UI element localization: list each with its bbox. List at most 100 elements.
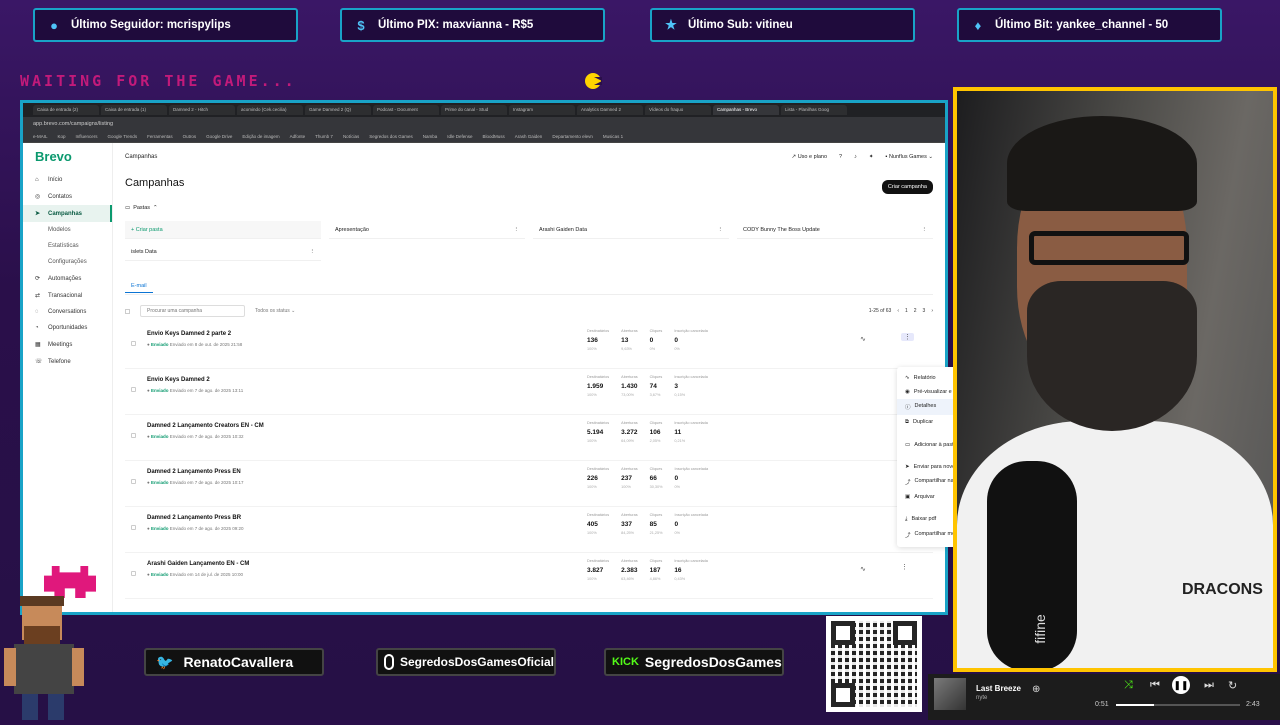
bookmark-item[interactable]: Ferramentas — [147, 134, 173, 139]
sidebar-item-automaes[interactable]: ⟳ Automações — [23, 270, 112, 287]
bookmark-item[interactable]: Notícias — [343, 134, 359, 139]
select-all-checkbox[interactable] — [125, 308, 130, 314]
row-more-icon[interactable]: ⋮ — [901, 333, 914, 341]
page-3[interactable]: 3 — [923, 308, 926, 314]
bookmark-item[interactable]: Arash Gaiden — [515, 134, 543, 139]
campaign-name[interactable]: Envio Keys Damned 2 — [147, 377, 210, 383]
campaign-name[interactable]: Envio Keys Damned 2 parte 2 — [147, 331, 231, 337]
table-row[interactable]: Arashi Gaiden Lançamento EN - CM ● Enviad… — [125, 553, 933, 599]
bookmark-item[interactable]: Google Trends — [108, 134, 138, 139]
stat-unsub: Inscrição cancelada 0 0% — [674, 329, 708, 351]
browser-tab[interactable]: Instagram — [509, 105, 575, 115]
repeat-icon[interactable]: ↻ — [1228, 679, 1237, 692]
chart-icon[interactable]: ∿ — [860, 335, 866, 343]
folder-more-icon[interactable]: ⋮ — [718, 227, 724, 233]
folder-card[interactable]: Arashi Gaiden Data ⋮ — [533, 221, 729, 239]
track-progress-bar[interactable] — [1116, 704, 1240, 706]
folder-more-icon[interactable]: ⋮ — [922, 227, 928, 233]
table-row[interactable]: Damned 2 Lançamento Press BR ● Enviado En… — [125, 507, 933, 553]
bookmark-item[interactable]: Idle Defense — [447, 134, 472, 139]
browser-tab[interactable]: acomindo (Cek.cecilia) — [237, 105, 303, 115]
sidebar-item-transacional[interactable]: ⇄ Transacional — [23, 287, 112, 304]
bookmark-item[interactable]: Edição de imagem — [242, 134, 279, 139]
sidebar-item-configuraes[interactable]: Configurações — [23, 254, 112, 270]
bookmark-item[interactable]: Segredos dos Games — [369, 134, 413, 139]
row-checkbox[interactable] — [131, 525, 136, 530]
browser-tab[interactable]: Vídeos do fraquo — [645, 105, 711, 115]
row-checkbox[interactable] — [131, 479, 136, 484]
browser-tab[interactable]: Podcast - Document — [373, 105, 439, 115]
settings-icon[interactable]: ✦ — [869, 154, 874, 160]
sidebar-item-contatos[interactable]: ◎ Contatos — [23, 188, 112, 205]
bookmark-item[interactable]: e-MAIL — [33, 134, 48, 139]
chart-icon[interactable]: ∿ — [860, 565, 866, 573]
notification-icon[interactable]: ♪ — [854, 154, 857, 160]
create-campaign-button[interactable]: Criar campanha — [881, 180, 933, 194]
create-folder-button[interactable]: + Criar pasta — [125, 221, 321, 239]
sidebar-item-telefone[interactable]: ☏ Telefone — [23, 353, 112, 370]
folder-more-icon[interactable]: ⋮ — [310, 249, 316, 255]
plan-link[interactable]: ↗ Uso e plano — [792, 154, 828, 160]
bookmark-item[interactable]: BloodMuss — [483, 134, 505, 139]
stat-open: Aberturas 13 9,63% — [621, 329, 637, 351]
bookmark-item[interactable]: Adfonte — [290, 134, 306, 139]
sidebar-item-meetings[interactable]: ▦ Meetings — [23, 336, 112, 353]
address-bar[interactable]: app.brevo.com/campaigns/listing — [23, 117, 945, 131]
status-filter-select[interactable]: Todos os status ⌄ — [255, 308, 295, 314]
previous-track-icon[interactable]: ⏮ — [1150, 679, 1160, 692]
help-icon[interactable]: ? — [839, 154, 842, 160]
search-input[interactable] — [140, 305, 245, 317]
pause-icon[interactable]: ❚❚ — [1172, 676, 1190, 694]
sidebar-item-modelos[interactable]: Modelos — [23, 222, 112, 238]
row-checkbox[interactable] — [131, 571, 136, 576]
campaign-name[interactable]: Damned 2 Lançamento Creators EN - CM — [147, 423, 264, 429]
table-row[interactable]: Envio Keys Damned 2 ● Enviado Enviado em … — [125, 369, 933, 415]
page-1[interactable]: 1 — [905, 308, 908, 314]
bookmark-item[interactable]: Namba — [423, 134, 438, 139]
folder-more-icon[interactable]: ⋮ — [514, 227, 520, 233]
campaign-name[interactable]: Damned 2 Lançamento Press EN — [147, 469, 241, 475]
add-icon[interactable]: ⊕ — [1032, 684, 1040, 695]
browser-tab[interactable]: Caixa de entrada (2) — [33, 105, 99, 115]
tab-email[interactable]: E-mail — [125, 283, 153, 293]
bookmark-item[interactable]: Thumb 7 — [315, 134, 333, 139]
browser-tab[interactable]: Analytics Damned 2 — [577, 105, 643, 115]
sidebar-item-incio[interactable]: ⌂ Início — [23, 172, 112, 188]
campaign-name[interactable]: Damned 2 Lançamento Press BR — [147, 515, 241, 521]
sidebar-item-oportunidades[interactable]: ◔ Oportunidades — [23, 320, 112, 336]
browser-tab[interactable]: Lista - Planilhas Goog — [781, 105, 847, 115]
browser-tab[interactable]: Caixa de entrada (1) — [101, 105, 167, 115]
row-more-icon[interactable]: ⋮ — [901, 563, 908, 571]
folders-toggle[interactable]: ▭ Pastas ⌃ — [125, 205, 933, 211]
folder-card[interactable]: Apresentação ⋮ — [329, 221, 525, 239]
browser-tab[interactable]: Prime do canal - Stud — [441, 105, 507, 115]
folder-card[interactable]: CODY Bunny The Boss Update ⋮ — [737, 221, 933, 239]
next-track-icon[interactable]: ⏭ — [1204, 679, 1214, 692]
bookmark-item[interactable]: Musicas 1 — [603, 134, 623, 139]
sidebar-item-conversations[interactable]: ◌ Conversations — [23, 304, 112, 320]
row-checkbox[interactable] — [131, 341, 136, 346]
browser-tab[interactable]: Campanhas - Brevo — [713, 105, 779, 115]
bookmark-item[interactable]: Departamento elevn — [552, 134, 593, 139]
row-checkbox[interactable] — [131, 433, 136, 438]
table-row[interactable]: Envio Keys Damned 2 parte 2 ● Enviado Env… — [125, 323, 933, 369]
shuffle-icon[interactable]: ⤨ — [1124, 679, 1133, 692]
folder-card[interactable]: islets Data ⋮ — [125, 243, 321, 261]
sidebar-item-campanhas[interactable]: ➤ Campanhas — [23, 205, 112, 222]
row-checkbox[interactable] — [131, 387, 136, 392]
next-page-icon[interactable]: › — [931, 308, 933, 314]
brevo-logo[interactable]: Brevo — [23, 149, 112, 164]
browser-tab[interactable]: Game Damned 2 (Q) — [305, 105, 371, 115]
campaign-name[interactable]: Arashi Gaiden Lançamento EN - CM — [147, 561, 249, 567]
account-menu[interactable]: ▪ Nunflus Games ⌄ — [885, 154, 933, 160]
browser-tab[interactable]: Damned 2 - Hitch — [169, 105, 235, 115]
bookmark-item[interactable]: Influencers — [76, 134, 98, 139]
bookmark-item[interactable]: Kop — [58, 134, 66, 139]
page-2[interactable]: 2 — [914, 308, 917, 314]
bookmark-item[interactable]: Outros — [183, 134, 197, 139]
table-row[interactable]: Damned 2 Lançamento Creators EN - CM ● En… — [125, 415, 933, 461]
table-row[interactable]: Damned 2 Lançamento Press EN ● Enviado En… — [125, 461, 933, 507]
prev-page-icon[interactable]: ‹ — [897, 308, 899, 314]
bookmark-item[interactable]: Google Drive — [206, 134, 232, 139]
sidebar-item-estatsticas[interactable]: Estatísticas — [23, 238, 112, 254]
